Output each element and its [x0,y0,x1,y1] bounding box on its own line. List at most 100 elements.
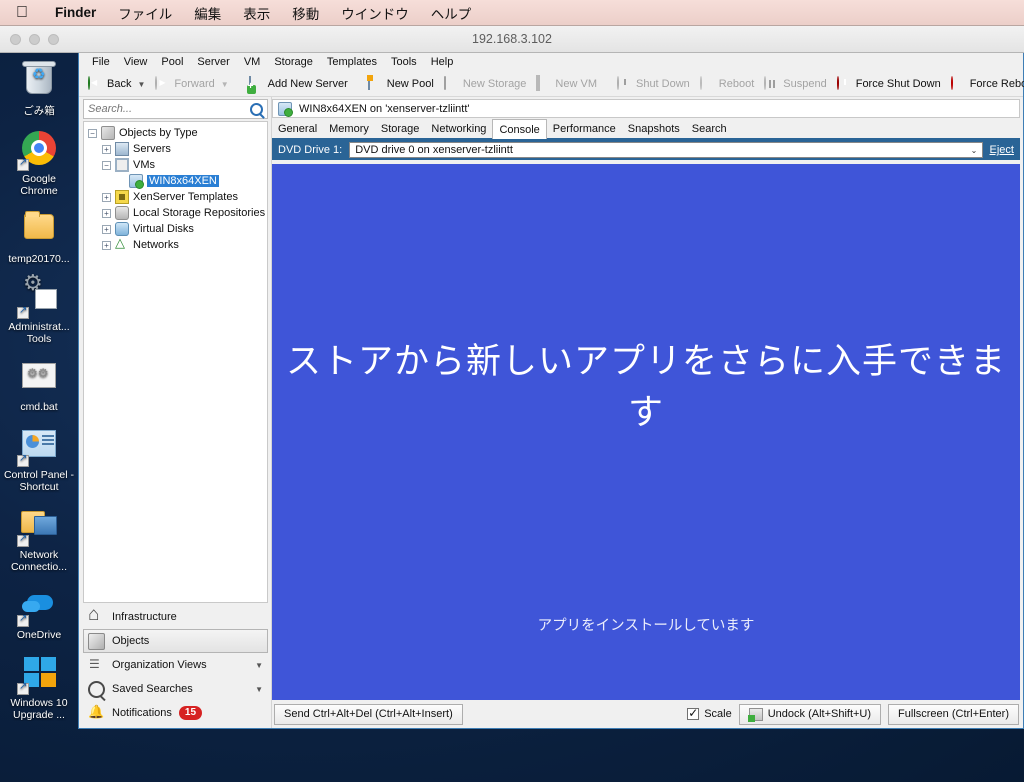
mac-menu-item-window[interactable]: ウインドウ [330,3,420,23]
mac-menu-item-file[interactable]: ファイル [107,3,183,23]
nav-item-saved-searches[interactable]: Saved Searches ▼ [83,677,268,701]
expand-expander-icon[interactable]: + [102,208,111,218]
toolbar-label: New Storage [462,78,527,90]
menu-help[interactable]: Help [424,54,461,70]
search-icon[interactable] [250,102,263,116]
scale-checkbox[interactable]: Scale [687,706,732,720]
tree-node-servers[interactable]: + Servers [84,141,267,157]
mac-menu-item-go[interactable]: 移動 [281,3,330,23]
desktop-icon-onedrive[interactable]: OneDrive [0,579,78,641]
tree-node-label: Servers [133,143,171,155]
expand-expander-icon[interactable]: + [102,240,111,250]
tab-search[interactable]: Search [686,120,733,138]
tree-node-vms[interactable]: − VMs [84,157,267,173]
menu-vm[interactable]: VM [237,54,268,70]
tree-node-label: WIN8x64XEN [147,175,219,187]
mac-menu-bar:  Finder ファイル 編集 表示 移動 ウインドウ ヘルプ [0,0,1024,26]
mac-menu-item-finder[interactable]: Finder [44,5,107,20]
navigation-pane: Infrastructure Objects Organization View… [79,603,271,728]
dvd-drive-select[interactable]: DVD drive 0 on xenserver-tzliintt ⌄ [349,142,983,158]
nav-item-organization-views[interactable]: Organization Views ▼ [83,653,268,677]
desktop-icon-google-chrome[interactable]: Google Chrome [0,123,78,197]
apple-icon[interactable]:  [16,4,28,21]
tree-node-label: VMs [133,159,155,171]
expand-expander-icon[interactable]: + [102,224,111,234]
tab-storage[interactable]: Storage [375,120,426,138]
mac-menu-item-edit[interactable]: 編集 [183,3,232,23]
tree-node-objects-by-type[interactable]: − Objects by Type [84,125,267,141]
chevron-down-icon[interactable]: ⌄ [967,146,982,155]
nav-item-infrastructure[interactable]: Infrastructure [83,604,268,629]
undock-button[interactable]: Undock (Alt+Shift+U) [738,703,882,725]
control-panel-icon [17,425,61,467]
vms-icon [115,158,129,172]
toolbar-new-storage-button[interactable]: New Storage [439,75,532,94]
menu-pool[interactable]: Pool [154,54,190,70]
chevron-down-icon[interactable]: ▼ [221,80,229,89]
tab-performance[interactable]: Performance [547,120,622,138]
chevron-down-icon[interactable]: ▼ [137,80,145,89]
objects-cube-icon [88,632,105,650]
toolbar-back-button[interactable]: Back ▼ [83,75,150,94]
tab-general[interactable]: General [272,120,323,138]
menu-tools[interactable]: Tools [384,54,424,70]
tab-console[interactable]: Console [492,119,547,139]
tree-node-win8x64xen[interactable]: WIN8x64XEN [84,173,267,189]
desktop-icon-control-panel[interactable]: Control Panel - Shortcut [0,419,78,493]
menu-view[interactable]: View [117,54,155,70]
desktop-icon-network-connections[interactable]: Network Connectio... [0,499,78,573]
tree-node-virtual-disks[interactable]: + Virtual Disks [84,221,267,237]
collapse-expander-icon[interactable]: − [88,128,97,138]
toolbar-new-vm-button[interactable]: New VM [531,74,602,94]
menu-file[interactable]: File [85,54,117,70]
toolbar-shut-down-button[interactable]: Shut Down [612,75,695,94]
vm-running-icon [278,101,293,117]
vm-console-screen[interactable]: ストアから新しいアプリをさらに入手できます アプリをインストールしています [272,164,1020,700]
add-server-icon [246,75,264,94]
toolbar-reboot-button[interactable]: Reboot [695,75,759,94]
chevron-down-icon[interactable]: ▼ [255,685,263,694]
menu-storage[interactable]: Storage [267,54,320,70]
send-ctrl-alt-del-button[interactable]: Send Ctrl+Alt+Del (Ctrl+Alt+Insert) [274,703,463,725]
toolbar-force-reboot-button[interactable]: Force Reboot [946,75,1024,94]
toolbar-forward-button[interactable]: Forward ▼ [150,75,233,94]
nav-item-notifications[interactable]: Notifications 15 [83,701,268,725]
desktop-icon-windows-10-upgrade[interactable]: Windows 10 Upgrade ... [0,647,78,721]
desktop-icon-temp-folder[interactable]: temp20170... [0,203,78,265]
toolbar-suspend-button[interactable]: Suspend [759,75,831,94]
xencenter-window: XenCenter – ☐ ✕ File View Pool Server VM… [78,24,1024,729]
eject-link[interactable]: Eject [990,144,1014,156]
toolbar-add-new-server-button[interactable]: Add New Server [244,75,353,94]
search-input[interactable] [88,103,250,115]
tab-networking[interactable]: Networking [425,120,492,138]
chevron-down-icon[interactable]: ▼ [255,661,263,670]
menu-server[interactable]: Server [190,54,236,70]
menu-templates[interactable]: Templates [320,54,384,70]
desktop-icon-administrative-tools[interactable]: Administrat... Tools [0,271,78,345]
tab-snapshots[interactable]: Snapshots [622,120,686,138]
mac-menu-item-view[interactable]: 表示 [232,3,281,23]
expand-expander-icon[interactable]: + [102,144,111,154]
nav-item-objects[interactable]: Objects [83,629,268,653]
desktop-icon-cmd-bat[interactable]: cmd.bat [0,351,78,413]
collapse-expander-icon[interactable]: − [102,160,111,170]
mac-menu-item-help[interactable]: ヘルプ [420,3,483,23]
new-pool-icon [366,74,383,92]
objects-tree[interactable]: − Objects by Type + Servers − VMs WIN8x6… [83,121,268,603]
tree-node-networks[interactable]: + Networks [84,235,267,253]
tree-node-local-storage-repositories[interactable]: + Local Storage Repositories [84,205,267,221]
toolbar-label: Back [107,78,132,90]
toolbar-force-shut-down-button[interactable]: Force Shut Down [832,75,946,94]
checkbox-icon[interactable] [687,706,700,720]
nav-item-label: Organization Views [112,659,207,671]
search-box[interactable] [83,99,268,119]
nav-item-label: Objects [112,635,150,647]
toolbar-label: Forward [174,78,215,90]
tab-memory[interactable]: Memory [323,120,375,138]
desktop-icon-recycle-bin[interactable]: ごみ箱 [0,55,78,117]
toolbar-new-pool-button[interactable]: New Pool [363,74,439,94]
objects-icon [101,126,115,140]
tree-node-xenserver-templates[interactable]: + XenServer Templates [84,189,267,205]
fullscreen-button[interactable]: Fullscreen (Ctrl+Enter) [888,703,1019,725]
expand-expander-icon[interactable]: + [102,192,111,202]
